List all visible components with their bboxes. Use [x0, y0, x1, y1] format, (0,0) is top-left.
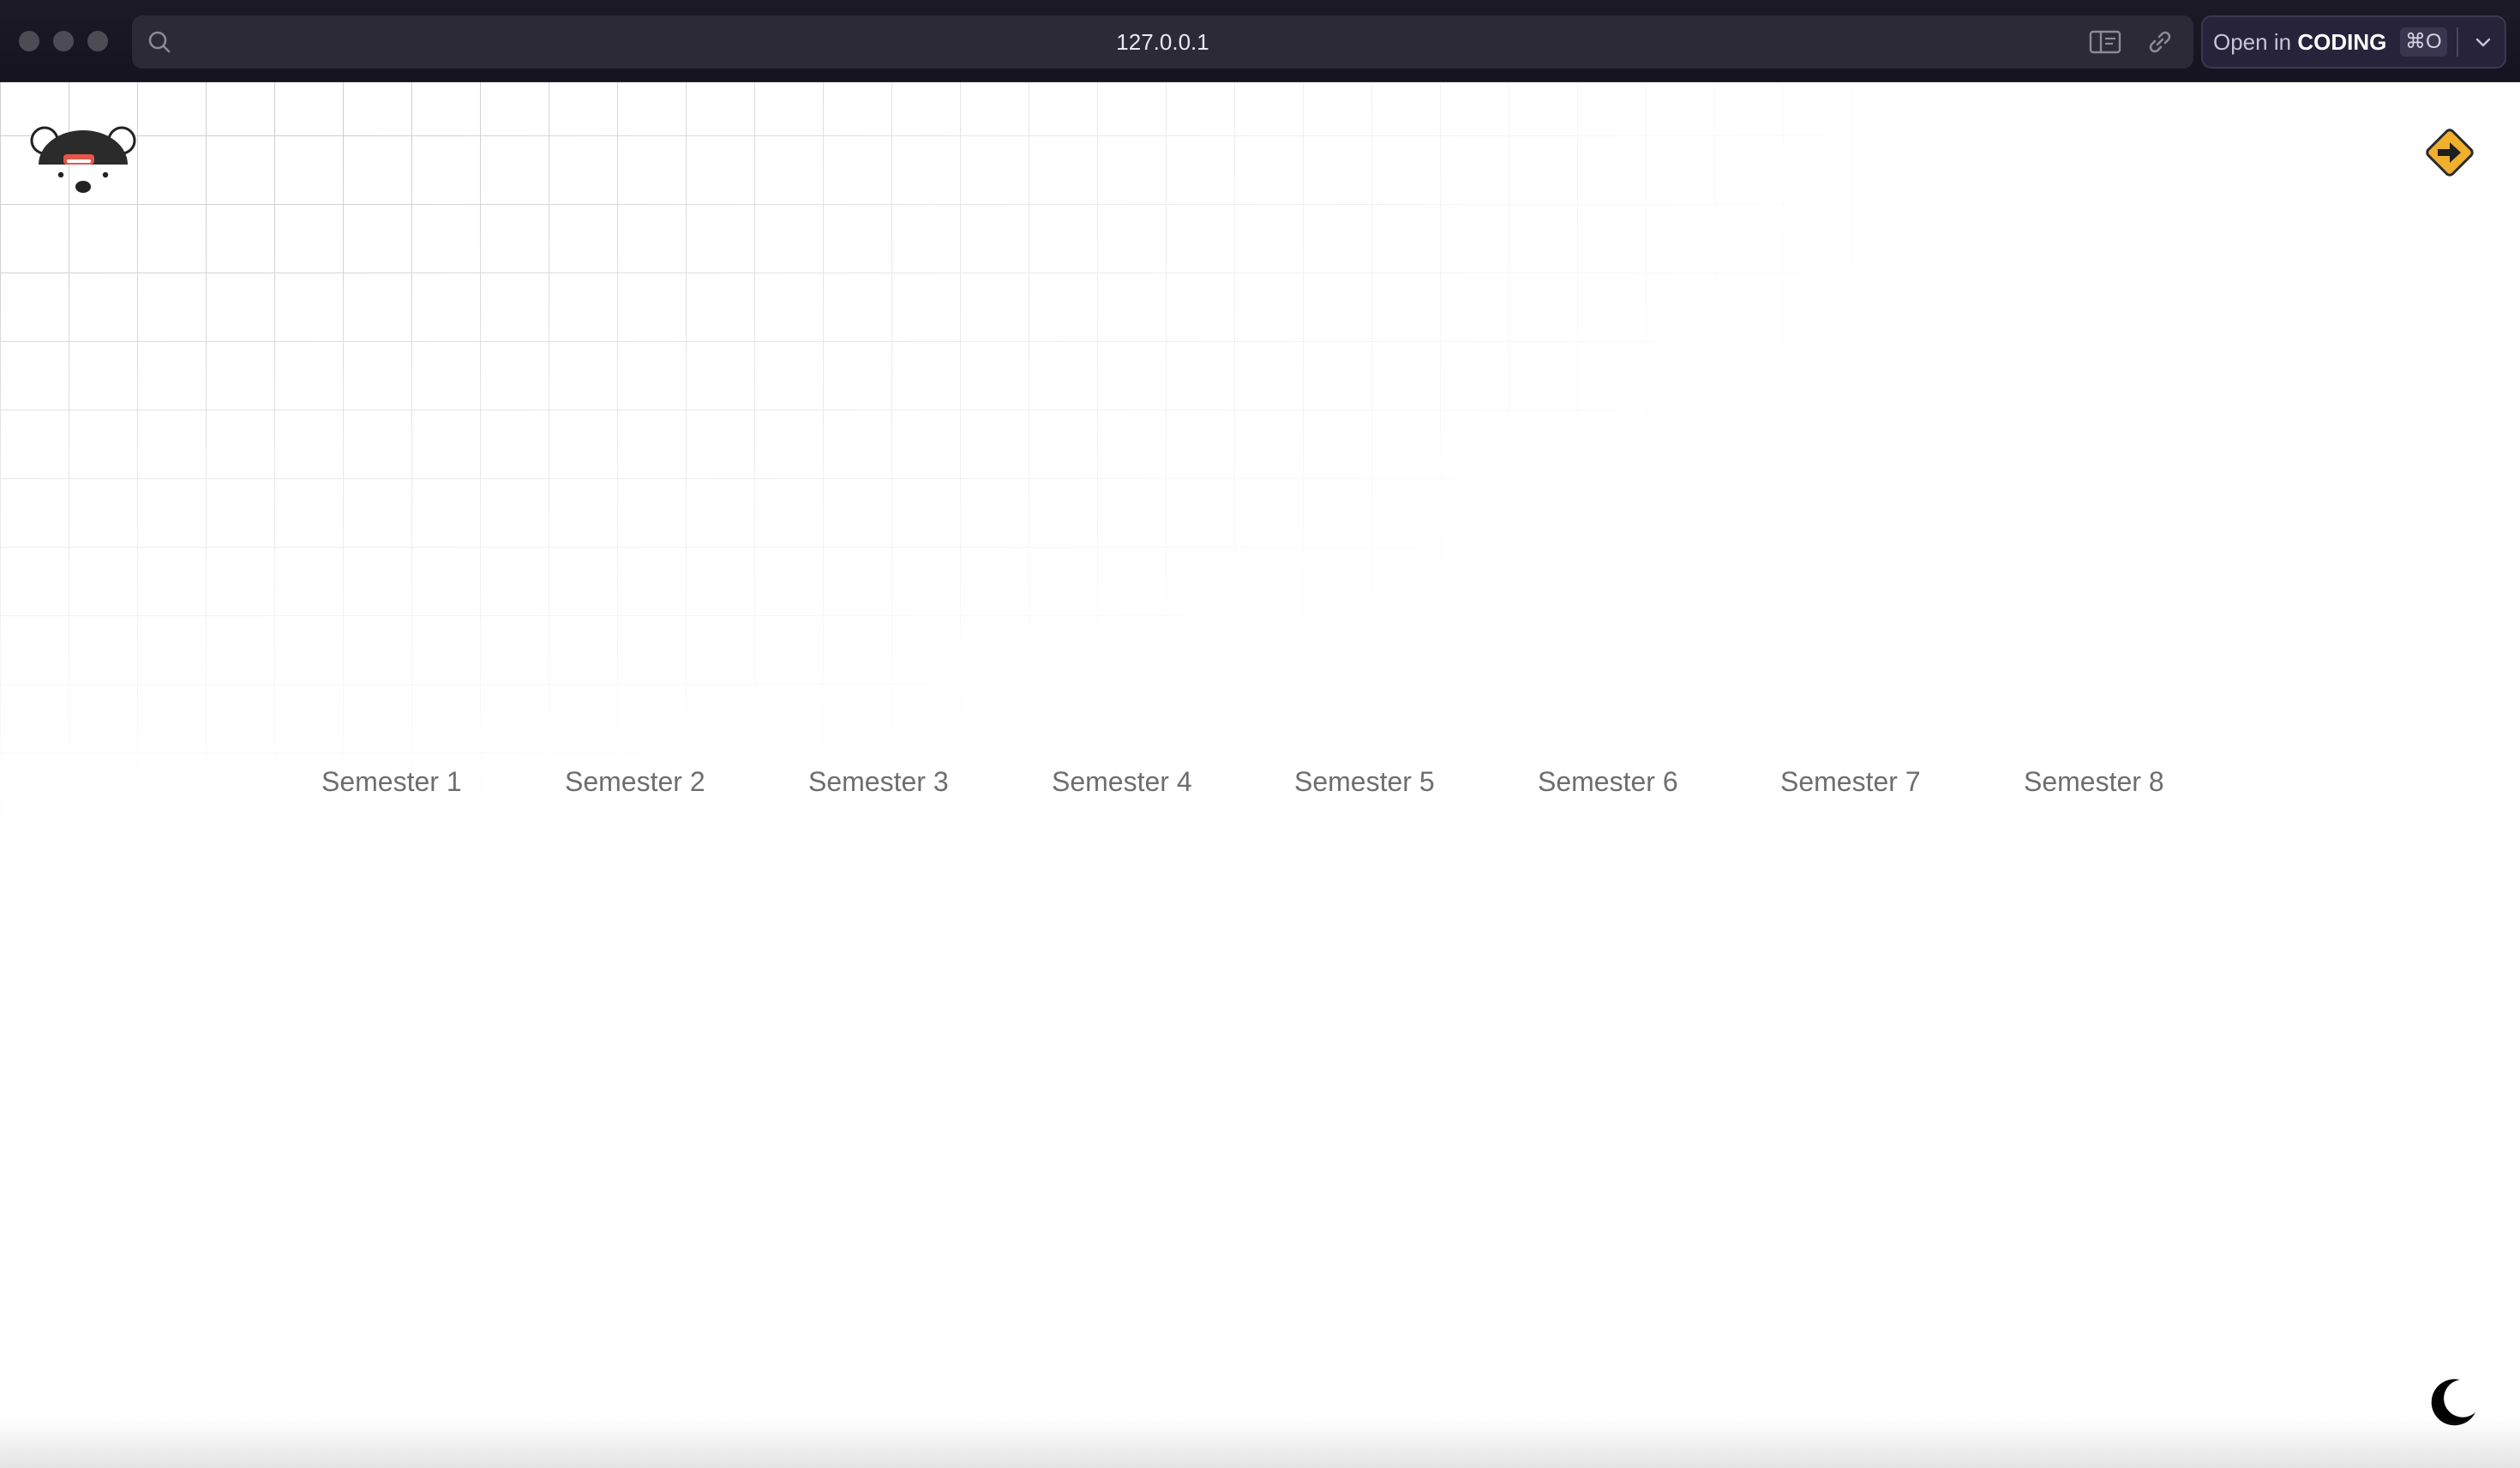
address-bar[interactable]: 127.0.0.1 [132, 15, 2193, 69]
semester-tab-5[interactable]: Semester 5 [1294, 756, 1435, 807]
semester-tab-4[interactable]: Semester 4 [1052, 756, 1192, 807]
page-content: Semester 1 Semester 2 Semester 3 Semeste… [0, 82, 2520, 1468]
semester-tab-1[interactable]: Semester 1 [321, 756, 462, 807]
open-in-app-name: CODING [2297, 29, 2387, 55]
divider [2457, 27, 2458, 57]
semester-tab-2[interactable]: Semester 2 [565, 756, 705, 807]
open-in-label: Open in CODING [2213, 17, 2386, 67]
url-text: 127.0.0.1 [1116, 29, 1209, 55]
open-in-prefix: Open in [2213, 29, 2292, 55]
semester-tab-8[interactable]: Semester 8 [2024, 756, 2164, 807]
semester-tab-7[interactable]: Semester 7 [1780, 756, 1921, 807]
semester-nav: Semester 1 Semester 2 Semester 3 Semeste… [0, 756, 2520, 807]
reader-mode-icon[interactable] [2089, 29, 2123, 55]
window-bottom-shadow [0, 1419, 2520, 1468]
open-in-app-button[interactable]: Open in CODING ⌘O [2201, 15, 2506, 69]
browser-toolbar: 127.0.0.1 Open in CODING ⌘O [0, 0, 2520, 82]
bear-logo[interactable] [26, 125, 141, 202]
chevron-down-icon[interactable] [2472, 31, 2494, 53]
window-zoom-button[interactable] [87, 31, 108, 51]
link-icon[interactable] [2145, 27, 2175, 57]
grid-background [0, 82, 2520, 939]
keyboard-shortcut: ⌘O [2400, 27, 2447, 57]
window-minimize-button[interactable] [53, 31, 74, 51]
direction-sign-icon[interactable] [2422, 125, 2477, 180]
semester-tab-6[interactable]: Semester 6 [1538, 756, 1678, 807]
semester-tab-3[interactable]: Semester 3 [808, 756, 949, 807]
window-close-button[interactable] [19, 31, 39, 51]
browser-window: 127.0.0.1 Open in CODING ⌘O Semester 1 S… [0, 0, 2520, 1468]
